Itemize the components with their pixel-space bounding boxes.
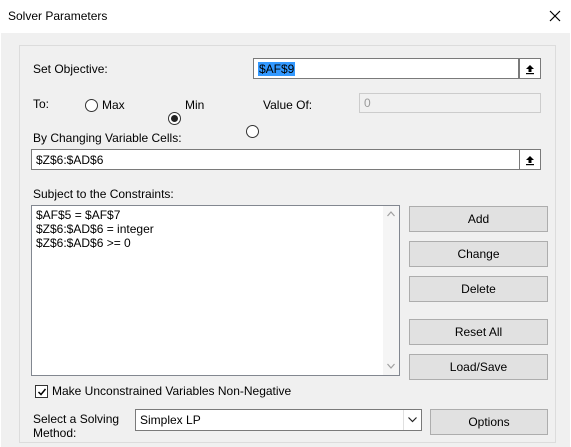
objective-input[interactable]: $AF$9 bbox=[253, 58, 519, 79]
scroll-down-icon[interactable] bbox=[387, 363, 395, 369]
checkmark-icon bbox=[37, 388, 46, 396]
value-of-input[interactable]: 0 bbox=[359, 93, 541, 113]
constraints-scrollbar[interactable] bbox=[383, 206, 399, 375]
constraints-label: Subject to the Constraints: bbox=[33, 187, 174, 201]
options-button[interactable]: Options bbox=[430, 409, 548, 435]
min-label: Min bbox=[185, 98, 205, 112]
close-button[interactable] bbox=[540, 4, 570, 28]
window-title: Solver Parameters bbox=[8, 9, 108, 23]
objective-ref-button[interactable] bbox=[519, 58, 541, 79]
changing-cells-ref-button[interactable] bbox=[519, 149, 541, 170]
value-of-radio[interactable] bbox=[246, 125, 259, 138]
changing-cells-input[interactable]: $Z$6:$AD$6 bbox=[31, 149, 520, 170]
constraint-item[interactable]: $Z$6:$AD$6 >= 0 bbox=[36, 236, 131, 250]
nonnegative-checkbox[interactable] bbox=[35, 385, 48, 398]
constraint-item[interactable]: $Z$6:$AD$6 = integer bbox=[36, 222, 154, 236]
solving-method-label-line2: Method: bbox=[33, 426, 77, 440]
chevron-down-icon bbox=[408, 417, 417, 423]
changing-cells-label: By Changing Variable Cells: bbox=[33, 131, 182, 145]
min-radio[interactable] bbox=[168, 112, 181, 125]
solving-method-select[interactable]: Simplex LP bbox=[135, 409, 422, 431]
value-of-label: Value Of: bbox=[263, 98, 313, 112]
to-label: To: bbox=[33, 97, 50, 111]
max-label: Max bbox=[102, 98, 125, 112]
add-button[interactable]: Add bbox=[409, 206, 548, 232]
dropdown-button[interactable] bbox=[403, 410, 421, 430]
set-objective-label: Set Objective: bbox=[33, 62, 108, 76]
change-button[interactable]: Change bbox=[409, 241, 548, 267]
collapse-dialog-icon bbox=[526, 64, 534, 74]
reset-all-button[interactable]: Reset All bbox=[409, 319, 548, 345]
constraints-list[interactable]: $AF$5 = $AF$7 $Z$6:$AD$6 = integer $Z$6:… bbox=[31, 205, 400, 376]
solving-method-label-line1: Select a Solving bbox=[33, 412, 120, 426]
load-save-button[interactable]: Load/Save bbox=[409, 354, 548, 380]
max-radio[interactable] bbox=[85, 99, 98, 112]
scroll-up-icon[interactable] bbox=[387, 211, 395, 217]
delete-button[interactable]: Delete bbox=[409, 276, 548, 302]
nonnegative-label: Make Unconstrained Variables Non-Negativ… bbox=[52, 384, 292, 398]
collapse-dialog-icon bbox=[526, 155, 534, 165]
close-icon bbox=[549, 10, 561, 22]
constraint-item[interactable]: $AF$5 = $AF$7 bbox=[36, 208, 120, 222]
